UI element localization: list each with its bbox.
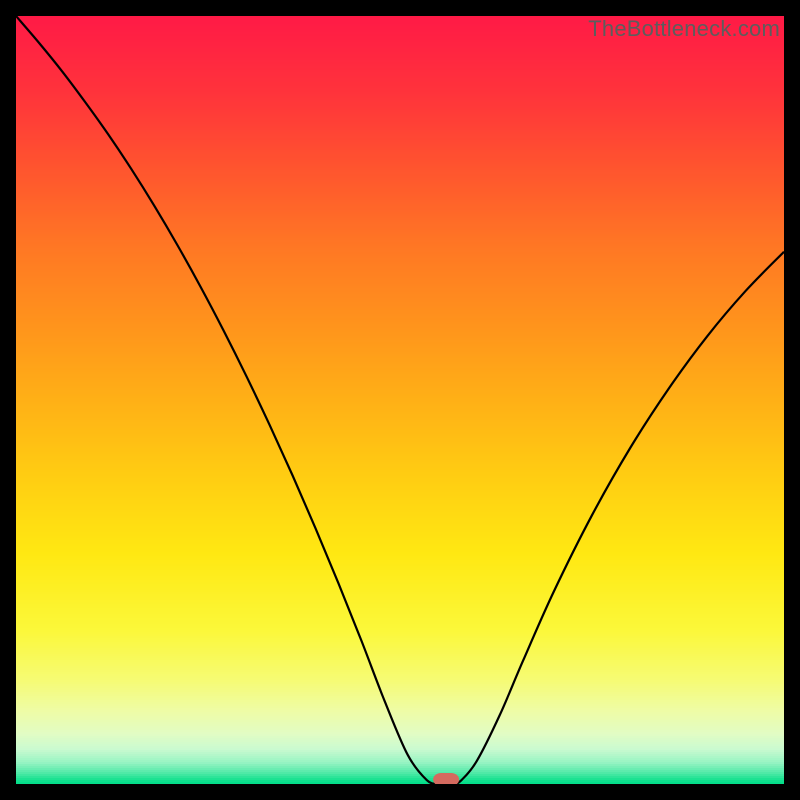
bottleneck-curve xyxy=(16,16,784,784)
plot-area xyxy=(16,16,784,784)
curve-path xyxy=(16,16,784,784)
chart-frame: TheBottleneck.com xyxy=(16,16,784,784)
optimum-marker xyxy=(433,773,459,784)
watermark-text: TheBottleneck.com xyxy=(588,16,780,42)
